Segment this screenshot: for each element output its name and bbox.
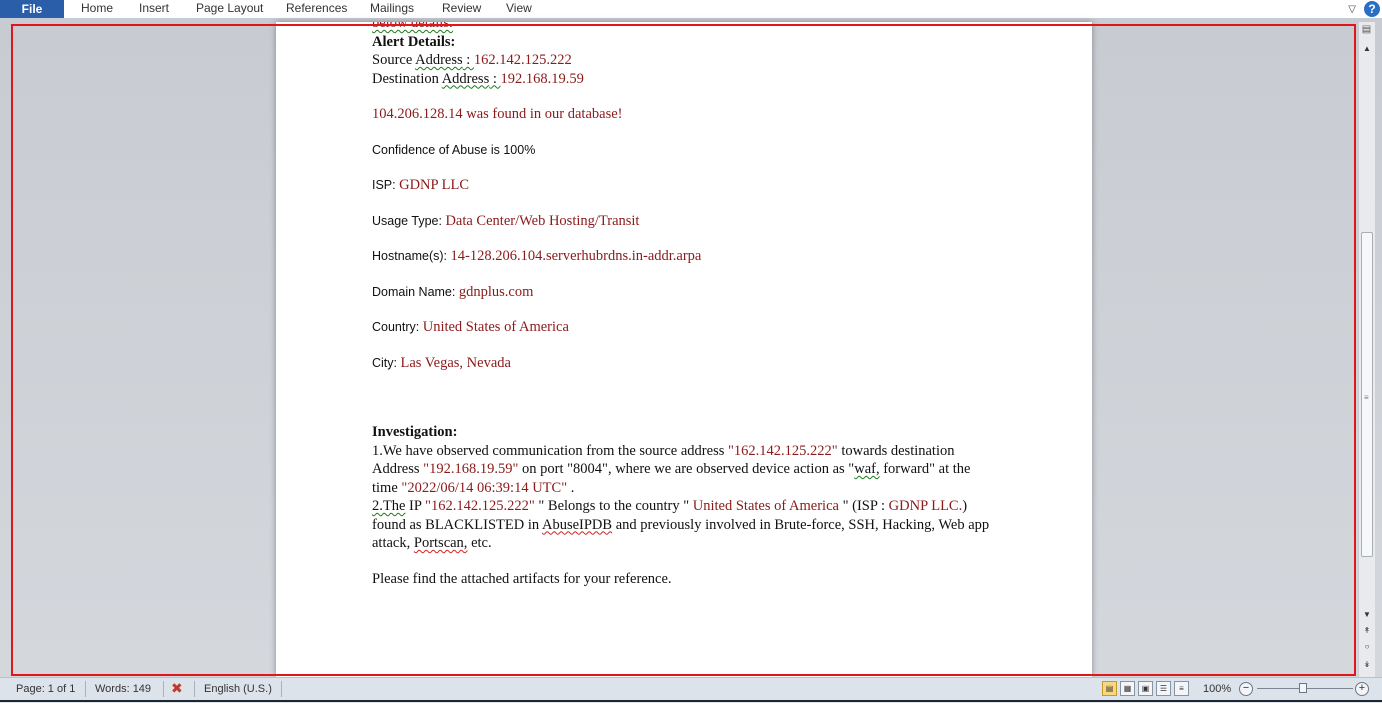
next-page-icon[interactable]: ↡ xyxy=(1359,660,1375,669)
isp-line: ISP: GDNP LLC xyxy=(372,177,470,193)
language-indicator[interactable]: English (U.S.) xyxy=(204,683,272,695)
view-buttons: ▤ ▦ ▣ ☰ ≡ xyxy=(1102,681,1189,696)
print-layout-icon[interactable]: ▤ xyxy=(1102,681,1117,696)
investigation-point-2: 2.The IP "162.142.125.222" " Belongs to … xyxy=(372,498,990,551)
destination-address-line: Destination Address : 192.168.19.59 xyxy=(372,70,584,87)
proofing-icon[interactable]: ✖ xyxy=(171,680,183,697)
found-line: 104.206.128.14 was found in our database… xyxy=(372,106,623,122)
zoom-slider-thumb[interactable] xyxy=(1299,683,1307,693)
domain-name-line: Domain Name: gdnplus.com xyxy=(372,283,534,300)
zoom-out-button[interactable]: − xyxy=(1239,682,1253,696)
vertical-scrollbar[interactable]: ▤ ▲ ≡ ▼ ↟ ○ ↡ xyxy=(1358,22,1375,677)
usage-type-line: Usage Type: Data Center/Web Hosting/Tran… xyxy=(372,212,640,229)
partial-line: below details: xyxy=(372,22,453,31)
tab-insert[interactable]: Insert xyxy=(139,0,169,18)
country-line: Country: United States of America xyxy=(372,319,569,335)
scroll-down-icon[interactable]: ▼ xyxy=(1359,610,1375,622)
page-count[interactable]: Page: 1 of 1 xyxy=(16,683,75,695)
hostname-line: Hostname(s): 14-128.206.104.serverhubrdn… xyxy=(372,248,702,264)
tab-page-layout[interactable]: Page Layout xyxy=(196,0,263,18)
previous-page-icon[interactable]: ↟ xyxy=(1359,626,1375,635)
zoom-in-button[interactable]: + xyxy=(1355,682,1369,696)
tab-file[interactable]: File xyxy=(0,0,64,18)
chevron-down-icon[interactable]: ▽ xyxy=(1348,4,1356,15)
full-screen-reading-icon[interactable]: ▦ xyxy=(1120,681,1135,696)
browse-object-icon[interactable]: ○ xyxy=(1359,642,1375,651)
grip-icon: ≡ xyxy=(1364,393,1369,402)
tab-mailings[interactable]: Mailings xyxy=(370,0,414,18)
investigation-heading: Investigation: xyxy=(372,424,458,440)
closing-line: Please find the attached artifacts for y… xyxy=(372,570,672,587)
city-line: City: Las Vegas, Nevada xyxy=(372,354,511,371)
source-address-line: Source Address : 162.142.125.222 xyxy=(372,52,572,68)
web-layout-icon[interactable]: ▣ xyxy=(1138,681,1153,696)
help-icon[interactable]: ? xyxy=(1364,1,1380,17)
tab-view[interactable]: View xyxy=(506,0,532,18)
zoom-level[interactable]: 100% xyxy=(1203,683,1231,695)
scrollbar-thumb[interactable]: ≡ xyxy=(1361,232,1373,557)
draft-icon[interactable]: ≡ xyxy=(1174,681,1189,696)
document-body[interactable]: below details: Alert Details: Source Add… xyxy=(372,22,996,588)
tab-home[interactable]: Home xyxy=(81,0,113,18)
tab-review[interactable]: Review xyxy=(442,0,481,18)
investigation-point-1: 1.We have observed communication from th… xyxy=(372,442,971,496)
ruler-toggle-icon[interactable]: ▤ xyxy=(1360,24,1373,38)
ribbon-tab-bar: File Home Insert Page Layout References … xyxy=(0,0,1382,19)
alert-heading: Alert Details: xyxy=(372,33,456,50)
outline-icon[interactable]: ☰ xyxy=(1156,681,1171,696)
document-page[interactable]: below details: Alert Details: Source Add… xyxy=(276,22,1092,677)
scroll-up-icon[interactable]: ▲ xyxy=(1359,44,1375,56)
word-count[interactable]: Words: 149 xyxy=(95,683,151,695)
confidence-line: Confidence of Abuse is 100% xyxy=(372,142,536,157)
tab-references[interactable]: References xyxy=(286,0,347,18)
